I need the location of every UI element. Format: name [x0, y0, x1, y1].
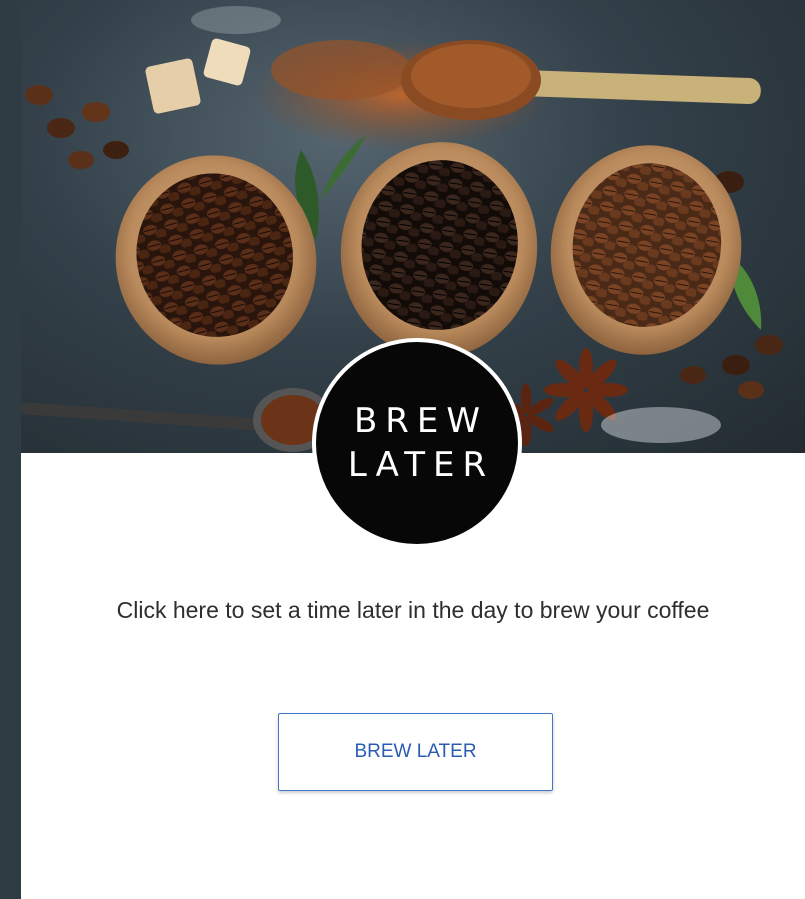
left-rail [0, 0, 21, 899]
brew-later-card: BREW LATER Click here to set a time late… [21, 0, 805, 899]
brew-later-button[interactable]: BREW LATER [278, 713, 553, 791]
brew-later-description: Click here to set a time later in the da… [116, 597, 710, 623]
logo-line-2: LATER [347, 445, 495, 485]
logo-line-1: BREW [353, 401, 489, 441]
brew-later-logo: BREW LATER [312, 338, 522, 548]
